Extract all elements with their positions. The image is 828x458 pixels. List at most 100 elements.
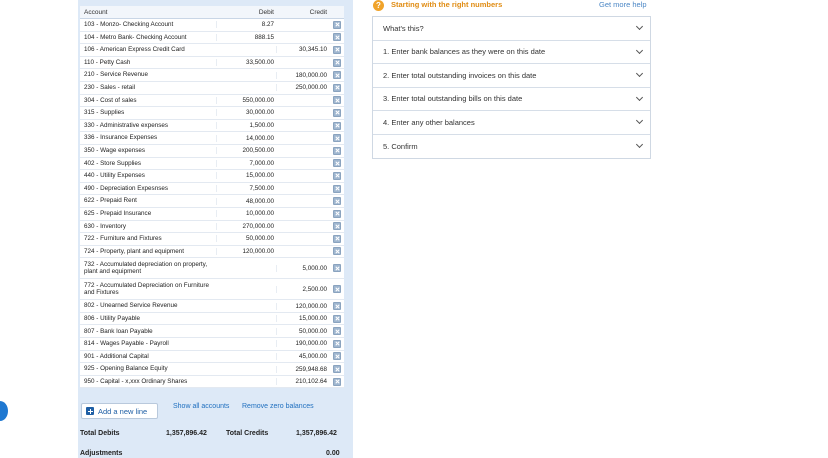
delete-row-icon[interactable] xyxy=(333,377,341,386)
delete-row-icon[interactable] xyxy=(333,134,341,143)
account-cell[interactable]: 230 - Sales - retail xyxy=(80,84,216,92)
table-row[interactable]: 806 - Utility Payable 15,000.00 xyxy=(80,313,344,326)
account-cell[interactable]: 336 - Insurance Expenses xyxy=(80,134,216,142)
delete-row-icon[interactable] xyxy=(333,314,341,323)
table-row[interactable]: 104 - Metro Bank- Checking Account 888.15 xyxy=(80,32,344,45)
account-cell[interactable]: 772 - Accumulated Depreciation on Furnit… xyxy=(80,282,216,297)
delete-row-icon[interactable] xyxy=(333,302,341,311)
debit-cell[interactable]: 8.27 xyxy=(216,21,276,29)
account-cell[interactable]: 210 - Service Revenue xyxy=(80,71,216,79)
table-row[interactable]: 304 - Cost of sales 550,000.00 xyxy=(80,95,344,108)
delete-row-icon[interactable] xyxy=(333,20,341,29)
add-line-button[interactable]: Add a new line xyxy=(81,403,158,419)
account-cell[interactable]: 402 - Store Supplies xyxy=(80,160,216,168)
delete-row-icon[interactable] xyxy=(333,247,341,256)
accordion-item[interactable]: 5. Confirm xyxy=(373,135,650,159)
credit-cell[interactable]: 210,102.64 xyxy=(276,378,330,386)
delete-row-icon[interactable] xyxy=(333,45,341,54)
debit-cell[interactable]: 30,000.00 xyxy=(216,109,276,117)
account-cell[interactable]: 802 - Unearned Service Revenue xyxy=(80,302,216,310)
debit-cell[interactable]: 550,000.00 xyxy=(216,96,276,104)
table-row[interactable]: 315 - Supplies 30,000.00 xyxy=(80,107,344,120)
table-row[interactable]: 350 - Wage expenses 200,500.00 xyxy=(80,145,344,158)
delete-row-icon[interactable] xyxy=(333,83,341,92)
account-cell[interactable]: 110 - Petty Cash xyxy=(80,59,216,67)
debit-cell[interactable]: 270,000.00 xyxy=(216,222,276,230)
debit-cell[interactable]: 200,500.00 xyxy=(216,147,276,155)
debit-cell[interactable]: 33,500.00 xyxy=(216,59,276,67)
account-cell[interactable]: 722 - Furniture and Fixtures xyxy=(80,235,216,243)
debit-cell[interactable]: 15,000.00 xyxy=(216,172,276,180)
table-row[interactable]: 724 - Property, plant and equipment 120,0… xyxy=(80,246,344,259)
delete-row-icon[interactable] xyxy=(333,209,341,218)
table-row[interactable]: 490 - Depreciation Expesnses 7,500.00 xyxy=(80,183,344,196)
delete-row-icon[interactable] xyxy=(333,234,341,243)
account-cell[interactable]: 807 - Bank loan Payable xyxy=(80,328,216,336)
delete-row-icon[interactable] xyxy=(333,222,341,231)
table-row[interactable]: 814 - Wages Payable - Payroll 190,000.00 xyxy=(80,338,344,351)
table-row[interactable]: 622 - Prepaid Rent 48,000.00 xyxy=(80,195,344,208)
account-cell[interactable]: 106 - American Express Credit Card xyxy=(80,46,216,54)
delete-row-icon[interactable] xyxy=(333,339,341,348)
delete-row-icon[interactable] xyxy=(333,197,341,206)
delete-row-icon[interactable] xyxy=(333,171,341,180)
table-row[interactable]: 925 - Opening Balance Equity 259,948.68 xyxy=(80,363,344,376)
side-launcher-icon[interactable] xyxy=(0,401,8,421)
table-row[interactable]: 103 - Monzo- Checking Account 8.27 xyxy=(80,19,344,32)
credit-cell[interactable]: 190,000.00 xyxy=(276,340,330,348)
account-cell[interactable]: 350 - Wage expenses xyxy=(80,147,216,155)
account-cell[interactable]: 622 - Prepaid Rent xyxy=(80,197,216,205)
debit-cell[interactable]: 888.15 xyxy=(216,33,276,41)
table-row[interactable]: 402 - Store Supplies 7,000.00 xyxy=(80,158,344,171)
account-cell[interactable]: 330 - Administrative expenses xyxy=(80,122,216,130)
account-cell[interactable]: 732 - Accumulated depreciation on proper… xyxy=(80,261,216,276)
table-row[interactable]: 630 - Inventory 270,000.00 xyxy=(80,221,344,234)
credit-cell[interactable]: 15,000.00 xyxy=(276,315,330,323)
table-row[interactable]: 336 - Insurance Expenses 14,000.00 xyxy=(80,132,344,145)
delete-row-icon[interactable] xyxy=(333,58,341,67)
accordion-item[interactable]: 4. Enter any other balances xyxy=(373,111,650,135)
show-all-accounts-link[interactable]: Show all accounts xyxy=(173,403,229,410)
remove-zero-balances-link[interactable]: Remove zero balances xyxy=(242,403,314,410)
credit-cell[interactable]: 45,000.00 xyxy=(276,352,330,360)
accordion-item[interactable]: 1. Enter bank balances as they were on t… xyxy=(373,41,650,64)
account-cell[interactable]: 490 - Depreciation Expesnses xyxy=(80,185,216,193)
account-cell[interactable]: 806 - Utility Payable xyxy=(80,315,216,323)
get-more-help-link[interactable]: Get more help xyxy=(599,0,647,9)
delete-row-icon[interactable] xyxy=(333,159,341,168)
account-cell[interactable]: 630 - Inventory xyxy=(80,223,216,231)
debit-cell[interactable]: 1,500.00 xyxy=(216,122,276,130)
debit-cell[interactable]: 120,000.00 xyxy=(216,247,276,255)
account-cell[interactable]: 950 - Capital - x,xxx Ordinary Shares xyxy=(80,378,216,386)
account-cell[interactable]: 440 - Utility Expenses xyxy=(80,172,216,180)
credit-cell[interactable]: 30,345.10 xyxy=(276,46,330,54)
table-row[interactable]: 802 - Unearned Service Revenue 120,000.00 xyxy=(80,300,344,313)
credit-cell[interactable]: 2,500.00 xyxy=(276,285,330,293)
credit-cell[interactable]: 5,000.00 xyxy=(276,264,330,272)
credit-cell[interactable]: 180,000.00 xyxy=(276,71,330,79)
account-cell[interactable]: 925 - Opening Balance Equity xyxy=(80,365,216,373)
table-row[interactable]: 230 - Sales - retail 250,000.00 xyxy=(80,82,344,95)
delete-row-icon[interactable] xyxy=(333,327,341,336)
credit-cell[interactable]: 259,948.68 xyxy=(276,365,330,373)
debit-cell[interactable]: 14,000.00 xyxy=(216,134,276,142)
delete-row-icon[interactable] xyxy=(333,352,341,361)
account-cell[interactable]: 901 - Additional Capital xyxy=(80,353,216,361)
table-row[interactable]: 106 - American Express Credit Card 30,345… xyxy=(80,44,344,57)
debit-cell[interactable]: 10,000.00 xyxy=(216,210,276,218)
credit-cell[interactable]: 250,000.00 xyxy=(276,84,330,92)
table-row[interactable]: 210 - Service Revenue 180,000.00 xyxy=(80,69,344,82)
accordion-item[interactable]: What's this? xyxy=(373,17,650,41)
table-row[interactable]: 772 - Accumulated Depreciation on Furnit… xyxy=(80,279,344,301)
credit-cell[interactable]: 120,000.00 xyxy=(276,302,330,310)
table-row[interactable]: 722 - Furniture and Fixtures 50,000.00 xyxy=(80,233,344,246)
table-row[interactable]: 330 - Administrative expenses 1,500.00 xyxy=(80,120,344,133)
debit-cell[interactable]: 50,000.00 xyxy=(216,235,276,243)
account-cell[interactable]: 315 - Supplies xyxy=(80,109,216,117)
delete-row-icon[interactable] xyxy=(333,184,341,193)
accordion-item[interactable]: 2. Enter total outstanding invoices on t… xyxy=(373,64,650,88)
account-cell[interactable]: 304 - Cost of sales xyxy=(80,97,216,105)
delete-row-icon[interactable] xyxy=(333,146,341,155)
delete-row-icon[interactable] xyxy=(333,121,341,130)
account-cell[interactable]: 104 - Metro Bank- Checking Account xyxy=(80,34,216,42)
